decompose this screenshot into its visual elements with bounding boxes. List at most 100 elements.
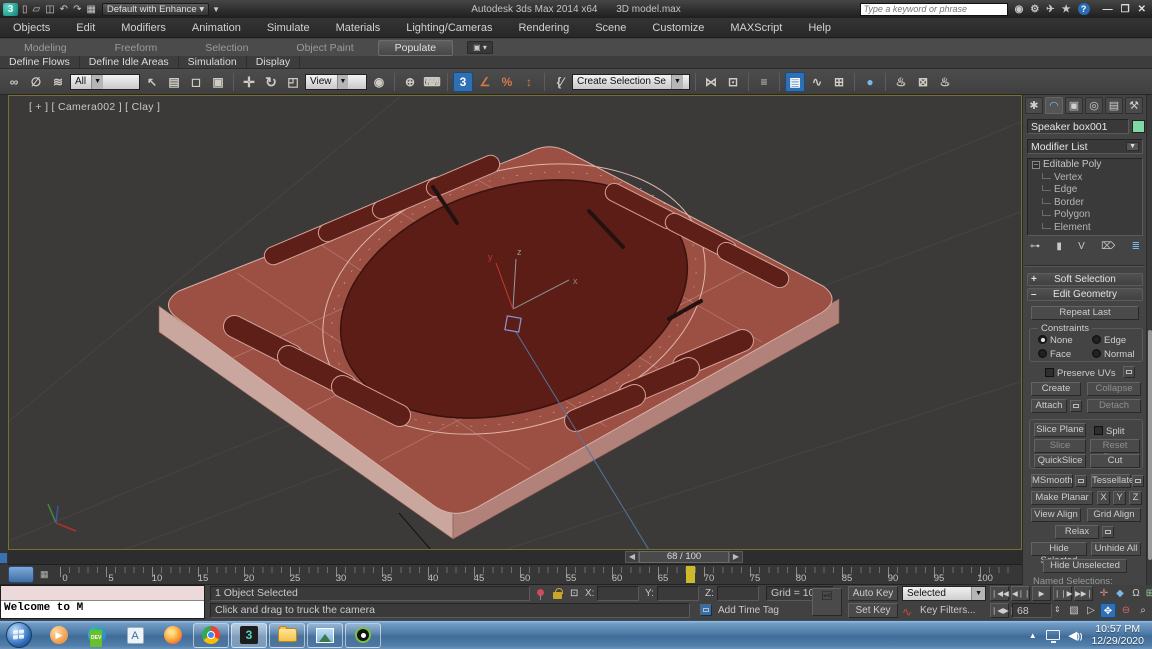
stack-element[interactable]: Element — [1028, 222, 1142, 235]
splitter-handle[interactable] — [0, 553, 7, 563]
relax-settings-icon[interactable] — [1102, 526, 1114, 538]
attach-button[interactable]: Attach — [1031, 399, 1067, 413]
start-button[interactable] — [6, 622, 32, 648]
bind-to-space-warp-icon[interactable]: ≋ — [48, 72, 68, 92]
make-unique-icon[interactable]: V — [1078, 241, 1085, 252]
create-tab-icon[interactable]: ✱ — [1025, 97, 1043, 114]
menu-help[interactable]: Help — [795, 22, 844, 34]
named-selection-set-dropdown[interactable]: Create Selection Se ▼ — [572, 74, 690, 90]
time-slider-track[interactable]: ◀ 68 / 100 ▶ — [8, 550, 1022, 565]
file-explorer-taskbar-button[interactable] — [269, 623, 305, 648]
current-frame-field[interactable] — [1012, 603, 1052, 618]
ribbon-tab-freeform[interactable]: Freeform — [91, 41, 182, 55]
undo-icon[interactable]: ↶ — [60, 4, 68, 15]
modify-tab-icon[interactable]: ◠ — [1045, 97, 1063, 114]
time-slider[interactable]: ◀ 68 / 100 ▶ — [625, 551, 743, 563]
set-keys-button[interactable]: ⚿ — [812, 588, 842, 616]
render-setup-icon[interactable]: ♨ — [891, 72, 911, 92]
grid-align-button[interactable]: Grid Align — [1087, 508, 1141, 522]
menu-simulate[interactable]: Simulate — [254, 22, 323, 34]
ribbon-tab-modeling[interactable]: Modeling — [0, 41, 91, 55]
align-icon[interactable]: ⊡ — [723, 72, 743, 92]
ribbon-tab-populate[interactable]: Populate — [378, 40, 453, 56]
select-object-icon[interactable]: ↖ — [142, 72, 162, 92]
remove-modifier-icon[interactable]: ⌦ — [1101, 241, 1115, 252]
object-name-field[interactable]: Speaker box001 — [1027, 119, 1129, 134]
send-feedback-icon[interactable]: ✈ — [1046, 4, 1054, 15]
absolute-mode-icon[interactable]: ⊡ — [570, 588, 578, 599]
create-button[interactable]: Create — [1031, 382, 1081, 396]
unhide-all-button[interactable]: Unhide All — [1091, 542, 1141, 556]
track-bar[interactable]: ▦ 0 5 10 15 20 25 30 35 40 45 50 55 60 6… — [0, 565, 1022, 585]
key-mode-dropdown[interactable]: Selected ▼ — [902, 586, 986, 601]
stack-border[interactable]: Border — [1028, 197, 1142, 210]
slice-plane-button[interactable]: Slice Plane — [1034, 423, 1086, 437]
hide-selected-button[interactable]: Hide Selected — [1031, 542, 1087, 556]
select-by-name-icon[interactable]: ▤ — [164, 72, 184, 92]
add-time-tag-label[interactable]: Add Time Tag — [718, 605, 779, 616]
keyboard-override-icon[interactable]: ⌨ — [422, 72, 442, 92]
scrollbar-thumb[interactable] — [1148, 330, 1152, 560]
collapse-tree-icon[interactable]: – — [1032, 161, 1040, 169]
zoom-extents-selected-icon[interactable]: ✛ — [1096, 586, 1112, 601]
rollout-soft-selection[interactable]: +Soft Selection — [1027, 273, 1143, 286]
preserve-uvs-settings-icon[interactable] — [1123, 366, 1135, 378]
graphite-ribbon-toggle-icon[interactable]: ▤ — [785, 72, 805, 92]
window-crossing-icon[interactable]: ▣ — [208, 72, 228, 92]
rendered-frame-window-icon[interactable]: ⊠ — [913, 72, 933, 92]
3d-model-speaker-box[interactable] — [159, 119, 839, 550]
display-tab-icon[interactable]: ▤ — [1105, 97, 1123, 114]
frame-display[interactable]: 68 / 100 — [639, 551, 729, 563]
wrench-icon[interactable]: ⚙ — [1030, 4, 1039, 15]
next-frame-icon[interactable]: ❘❘▶ — [1053, 586, 1072, 601]
maxscript-mini-listener[interactable]: Welcome to M — [0, 585, 205, 619]
favorites-star-icon[interactable]: ★ — [1062, 4, 1071, 15]
rectangular-selection-region-icon[interactable]: ◻ — [186, 72, 206, 92]
firefox-icon[interactable] — [161, 624, 185, 646]
key-mode-toggle-icon[interactable]: ❘◀▶❘ — [990, 603, 1009, 618]
split-checkbox[interactable]: Split — [1094, 425, 1124, 437]
relax-button[interactable]: Relax — [1055, 525, 1099, 539]
sign-in-icon[interactable]: ◉ — [1015, 4, 1024, 15]
next-frame-arrow-icon[interactable]: ▶ — [729, 551, 743, 563]
project-folder-icon[interactable]: ▦ — [86, 4, 95, 15]
selection-filter-dropdown[interactable]: All ▼ — [70, 74, 140, 90]
edit-named-selections-icon[interactable]: {⁄ — [550, 72, 570, 92]
3dsmax-taskbar-button[interactable]: 3 — [231, 623, 267, 648]
y-coord-field[interactable] — [657, 586, 699, 601]
photo-viewer-taskbar-button[interactable] — [307, 623, 343, 648]
pan-view-icon[interactable]: ✥ — [1100, 603, 1116, 618]
menu-lighting-cameras[interactable]: Lighting/Cameras — [393, 22, 505, 34]
planar-x-button[interactable]: X — [1097, 491, 1110, 505]
current-frame-marker[interactable] — [686, 566, 695, 583]
cut-button[interactable]: Cut — [1090, 454, 1140, 468]
layer-manager-icon[interactable]: ≡ — [754, 72, 774, 92]
help-icon[interactable]: ? — [1078, 3, 1090, 15]
auto-key-button[interactable]: Auto Key — [848, 586, 898, 601]
ribbon-tab-object-paint[interactable]: Object Paint — [272, 41, 377, 55]
view-align-button[interactable]: View Align — [1031, 508, 1081, 522]
recorder-app-taskbar-button[interactable] — [345, 623, 381, 648]
panel-scrollbar[interactable] — [1146, 95, 1152, 585]
show-hidden-icons-icon[interactable]: ▲ — [1029, 631, 1037, 640]
viewport-canvas[interactable]: z x y — [9, 96, 1022, 550]
hide-unselected-button[interactable]: Hide Unselected — [1043, 559, 1127, 573]
key-filters-button[interactable]: Key Filters... — [920, 605, 976, 616]
constraint-edge-radio[interactable]: Edge — [1092, 334, 1126, 346]
prev-frame-arrow-icon[interactable]: ◀ — [625, 551, 639, 563]
curve-editor-icon[interactable]: ∿ — [807, 72, 827, 92]
menu-customize[interactable]: Customize — [639, 22, 717, 34]
taskbar-clock[interactable]: 10:57 PM 12/29/2020 — [1091, 623, 1144, 647]
ribbon-display-mode-icon[interactable]: ▣ ▾ — [467, 41, 493, 54]
spinner-snap-icon[interactable]: ↕ — [519, 72, 539, 92]
volume-icon[interactable]: ◀)) — [1069, 629, 1083, 642]
angle-snap-icon[interactable]: ∠ — [475, 72, 495, 92]
ribbon-define-idle-areas[interactable]: Define Idle Areas — [80, 56, 179, 68]
constraint-face-radio[interactable]: Face — [1038, 348, 1071, 360]
utilities-tab-icon[interactable]: ⚒ — [1125, 97, 1143, 114]
tessellate-button[interactable]: Tessellate — [1091, 474, 1131, 488]
ribbon-tab-selection[interactable]: Selection — [181, 41, 272, 55]
stack-polygon[interactable]: Polygon — [1028, 209, 1142, 222]
viewport-label[interactable]: [ + ] [ Camera002 ] [ Clay ] — [29, 101, 160, 113]
snaps-toggle-icon[interactable]: 3 — [453, 72, 473, 92]
